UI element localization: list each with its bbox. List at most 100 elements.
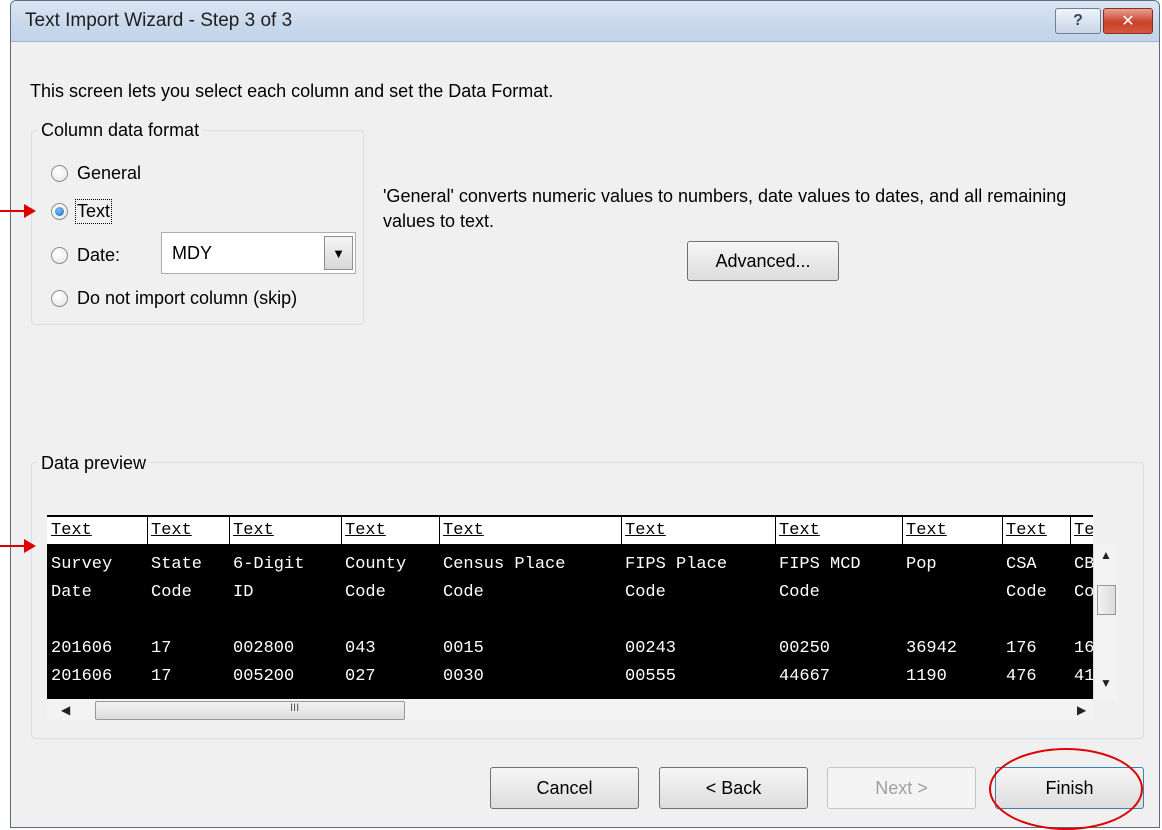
column-divider bbox=[341, 515, 342, 544]
preview-cell: Date bbox=[51, 583, 92, 602]
preview-cell: 00250 bbox=[779, 639, 831, 658]
grip-icon: III bbox=[290, 702, 300, 714]
preview-cell: Code bbox=[625, 583, 666, 602]
date-format-value: MDY bbox=[172, 243, 212, 263]
window-title: Text Import Wizard - Step 3 of 3 bbox=[25, 10, 293, 31]
column-divider bbox=[229, 515, 230, 544]
preview-cell: 44667 bbox=[779, 667, 831, 686]
title-bar[interactable]: Text Import Wizard - Step 3 of 3 ? ✕ bbox=[11, 1, 1159, 42]
preview-cell: 16 bbox=[1074, 639, 1093, 658]
cancel-button[interactable]: Cancel bbox=[490, 767, 639, 809]
preview-cell: Survey bbox=[51, 555, 113, 574]
scroll-down-icon[interactable]: ▼ bbox=[1100, 676, 1112, 690]
preview-cell: Code bbox=[1006, 583, 1047, 602]
preview-cell: 201606 bbox=[51, 667, 113, 686]
preview-cell: 176 bbox=[1006, 639, 1037, 658]
annotation-ellipse-finish bbox=[989, 748, 1143, 830]
column-divider bbox=[439, 515, 440, 544]
column-divider bbox=[775, 515, 776, 544]
preview-cell: 00243 bbox=[625, 639, 677, 658]
column-header[interactable]: Text bbox=[51, 521, 92, 540]
preview-cell: Code bbox=[345, 583, 386, 602]
vertical-scroll-thumb[interactable] bbox=[1097, 585, 1116, 615]
column-divider bbox=[902, 515, 903, 544]
preview-cell: 201606 bbox=[51, 639, 113, 658]
annotation-arrow-text-option bbox=[0, 204, 36, 218]
header-top-line bbox=[47, 515, 1093, 517]
preview-cell: CSA bbox=[1006, 555, 1037, 574]
help-icon: ? bbox=[1073, 12, 1083, 29]
text-import-wizard-dialog: Text Import Wizard - Step 3 of 3 ? ✕ Thi… bbox=[10, 0, 1160, 828]
radio-text[interactable]: Text bbox=[51, 199, 113, 224]
radio-date-label: Date: bbox=[77, 245, 121, 265]
preview-cell: Code bbox=[779, 583, 820, 602]
column-divider bbox=[1002, 515, 1003, 544]
preview-cell: ID bbox=[233, 583, 254, 602]
preview-cell: Census Place bbox=[443, 555, 566, 574]
preview-cell: 41 bbox=[1074, 667, 1093, 686]
scroll-right-icon[interactable]: ▶ bbox=[1077, 703, 1086, 717]
intro-text: This screen lets you select each column … bbox=[30, 81, 554, 101]
radio-general[interactable]: General bbox=[51, 163, 141, 184]
column-header[interactable]: Text bbox=[443, 521, 484, 540]
scroll-left-icon[interactable]: ◀ bbox=[61, 703, 70, 717]
column-header[interactable]: Text bbox=[1074, 521, 1093, 540]
close-button[interactable]: ✕ bbox=[1103, 8, 1153, 34]
preview-cell: 00555 bbox=[625, 667, 677, 686]
radio-circle-icon bbox=[51, 165, 68, 182]
radio-circle-icon bbox=[51, 290, 68, 307]
column-divider bbox=[147, 515, 148, 544]
preview-cell: 005200 bbox=[233, 667, 295, 686]
preview-horizontal-scrollbar[interactable]: ◀ III ▶ bbox=[47, 699, 1093, 721]
column-header[interactable]: Text bbox=[779, 521, 820, 540]
column-data-format-legend: Column data format bbox=[37, 120, 204, 141]
chevron-down-icon[interactable]: ▼ bbox=[324, 236, 353, 270]
column-divider bbox=[1070, 515, 1071, 544]
radio-text-label: Text bbox=[74, 199, 113, 224]
annotation-arrow-column-header bbox=[0, 539, 36, 553]
preview-cell: 17 bbox=[151, 667, 172, 686]
preview-vertical-scrollbar[interactable]: ▲ ▼ bbox=[1093, 544, 1118, 699]
radio-date[interactable]: Date: bbox=[51, 245, 120, 266]
column-header[interactable]: Text bbox=[906, 521, 947, 540]
column-divider bbox=[621, 515, 622, 544]
help-button[interactable]: ? bbox=[1055, 8, 1101, 34]
format-description: 'General' converts numeric values to num… bbox=[383, 186, 1067, 231]
close-icon: ✕ bbox=[1121, 13, 1135, 30]
preview-cell: FIPS Place bbox=[625, 555, 728, 574]
horizontal-scroll-thumb[interactable]: III bbox=[95, 701, 405, 720]
radio-skip-label: Do not import column (skip) bbox=[77, 288, 298, 308]
preview-cell: 36942 bbox=[906, 639, 958, 658]
preview-cell: Code bbox=[151, 583, 192, 602]
column-header[interactable]: Text bbox=[1006, 521, 1047, 540]
column-header[interactable]: Text bbox=[233, 521, 274, 540]
radio-general-label: General bbox=[77, 163, 142, 183]
column-header[interactable]: Text bbox=[345, 521, 386, 540]
preview-cell: 027 bbox=[345, 667, 376, 686]
column-type-header-row: Text Text Text Text Text Text Text Text … bbox=[47, 515, 1093, 544]
preview-cell: Pop bbox=[906, 555, 937, 574]
preview-cell: Code bbox=[443, 583, 484, 602]
radio-skip[interactable]: Do not import column (skip) bbox=[51, 288, 297, 309]
preview-cell: 043 bbox=[345, 639, 376, 658]
advanced-button[interactable]: Advanced... bbox=[687, 241, 839, 281]
scroll-up-icon[interactable]: ▲ bbox=[1100, 548, 1112, 562]
preview-cell: 0015 bbox=[443, 639, 484, 658]
preview-cell: 17 bbox=[151, 639, 172, 658]
preview-cell: Co bbox=[1074, 583, 1093, 602]
radio-selected-icon bbox=[51, 203, 68, 220]
back-button[interactable]: < Back bbox=[659, 767, 808, 809]
preview-cell: 6-Digit bbox=[233, 555, 305, 574]
next-button[interactable]: Next > bbox=[827, 767, 976, 809]
data-preview-legend: Data preview bbox=[37, 453, 151, 474]
radio-circle-icon bbox=[51, 247, 68, 264]
date-format-combo[interactable]: MDY ▼ bbox=[161, 232, 356, 274]
data-preview-grid[interactable]: Text Text Text Text Text Text Text Text … bbox=[47, 515, 1093, 699]
column-header[interactable]: Text bbox=[151, 521, 192, 540]
preview-cell: 0030 bbox=[443, 667, 484, 686]
column-header[interactable]: Text bbox=[625, 521, 666, 540]
preview-cell: 1190 bbox=[906, 667, 947, 686]
preview-cell: 002800 bbox=[233, 639, 295, 658]
preview-cell: FIPS MCD bbox=[779, 555, 861, 574]
preview-cell: 476 bbox=[1006, 667, 1037, 686]
